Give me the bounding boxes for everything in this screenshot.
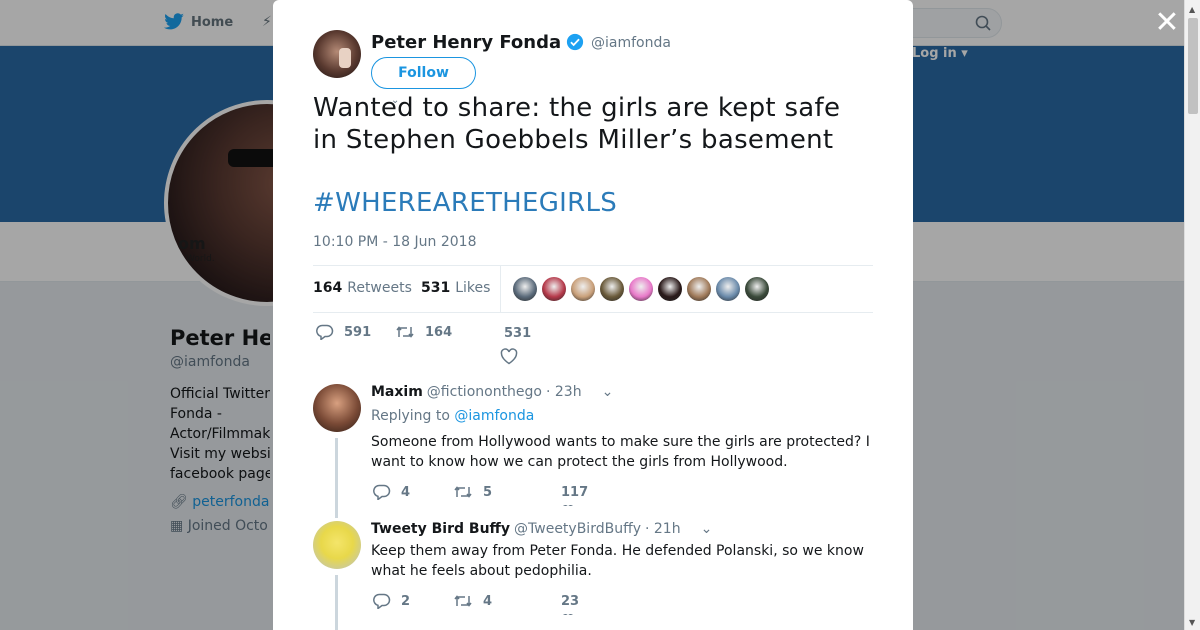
- retweet-button[interactable]: 5: [453, 484, 492, 500]
- page-scrollbar[interactable]: ▲ ▼: [1184, 0, 1200, 630]
- thread-line: [335, 575, 338, 630]
- close-icon[interactable]: ✕: [1152, 8, 1182, 38]
- reply-header: Tweety Bird Buffy @TweetyBirdBuffy · 21h ⌄: [371, 521, 712, 537]
- tweet-hashtag[interactable]: #WHEREARETHEGIRLS: [313, 188, 617, 218]
- reply-actions: 4 5 117: [371, 484, 671, 506]
- retweets-count: 164: [313, 280, 343, 296]
- like-count[interactable]: 531: [504, 326, 531, 341]
- reply-count: 591: [344, 324, 372, 340]
- reply-time[interactable]: · 21h: [645, 521, 681, 537]
- reply-icon: [373, 593, 391, 609]
- tweet-timestamp[interactable]: 10:10 PM - 18 Jun 2018: [313, 234, 477, 250]
- retweet-icon: [454, 595, 472, 607]
- retweet-count: 4: [483, 593, 493, 609]
- reply-time[interactable]: · 23h: [546, 384, 582, 400]
- reply-button[interactable]: 4: [373, 484, 410, 500]
- tweet-modal: Peter Henry Fonda @iamfonda Follow ⌄ Wan…: [273, 0, 913, 630]
- reply-text: Someone from Hollywood wants to make sur…: [371, 434, 870, 470]
- retweet-icon: [396, 326, 414, 338]
- liker-avatar[interactable]: [600, 277, 624, 301]
- reply-author-name[interactable]: Tweety Bird Buffy: [371, 521, 510, 537]
- like-count[interactable]: 23: [561, 594, 579, 609]
- reply-author-handle[interactable]: @TweetyBirdBuffy: [514, 521, 641, 537]
- retweet-count: 5: [483, 484, 493, 500]
- reply-avatar[interactable]: [313, 521, 361, 569]
- verified-badge-icon: [566, 33, 584, 51]
- follow-button[interactable]: Follow: [371, 57, 476, 89]
- thread-line: [335, 438, 338, 518]
- retweet-button[interactable]: 4: [453, 593, 492, 609]
- reply-menu-chevron-icon[interactable]: ⌄: [602, 384, 614, 400]
- liker-avatar[interactable]: [542, 277, 566, 301]
- liker-avatars: [513, 277, 769, 301]
- replying-to: Replying to @iamfonda: [371, 408, 534, 424]
- retweets-stat[interactable]: 164 Retweets: [313, 280, 412, 296]
- liker-avatar[interactable]: [571, 277, 595, 301]
- reply-button[interactable]: 2: [373, 593, 410, 609]
- retweets-label: Retweets: [347, 280, 412, 296]
- heart-icon[interactable]: [500, 348, 518, 365]
- replying-to-handle[interactable]: @iamfonda: [454, 408, 534, 424]
- likes-count: 531: [421, 280, 451, 296]
- liker-avatar[interactable]: [513, 277, 537, 301]
- likes-label: Likes: [455, 280, 491, 296]
- scrollbar-thumb[interactable]: [1188, 18, 1198, 114]
- scroll-up-icon[interactable]: ▲: [1189, 5, 1195, 14]
- liker-avatar[interactable]: [745, 277, 769, 301]
- liker-avatar[interactable]: [658, 277, 682, 301]
- reply-author-name[interactable]: Maxim: [371, 384, 423, 400]
- heart-icon[interactable]: [561, 502, 575, 506]
- reply-author-handle[interactable]: @fictiononthego: [427, 384, 542, 400]
- liker-avatar[interactable]: [716, 277, 740, 301]
- liker-avatar[interactable]: [687, 277, 711, 301]
- likes-stat[interactable]: 531 Likes: [421, 280, 490, 296]
- avatar-hand: [339, 48, 351, 68]
- retweet-icon: [454, 486, 472, 498]
- reply-tweet[interactable]: Tweety Bird Buffy @TweetyBirdBuffy · 21h ⌄ …: [313, 521, 873, 630]
- reply-tweet[interactable]: Maxim @fictiononthego · 23h ⌄ Replying to @…: [313, 384, 873, 518]
- liker-avatar[interactable]: [629, 277, 653, 301]
- reply-actions: 2 4 23: [371, 593, 671, 615]
- reply-menu-chevron-icon[interactable]: ⌄: [701, 521, 713, 537]
- author-name[interactable]: Peter Henry Fonda: [371, 32, 561, 53]
- tweet-actions: 591 164 531: [313, 324, 873, 346]
- replying-prefix: Replying to: [371, 408, 450, 424]
- reply-count: 4: [401, 484, 411, 500]
- reply-avatar[interactable]: [313, 384, 361, 432]
- scroll-down-icon[interactable]: ▼: [1189, 618, 1195, 627]
- tweet-text: Wanted to share: the girls are kept safe…: [313, 93, 841, 155]
- reply-header: Maxim @fictiononthego · 23h ⌄: [371, 384, 613, 400]
- heart-icon[interactable]: [561, 611, 575, 615]
- reply-count: 2: [401, 593, 411, 609]
- author-avatar[interactable]: [313, 30, 361, 78]
- author-handle[interactable]: @iamfonda: [591, 35, 671, 51]
- reply-icon: [373, 484, 391, 500]
- reply-text: Keep them away from Peter Fonda. He defe…: [371, 543, 864, 579]
- reply-icon: [316, 324, 334, 340]
- reply-button[interactable]: 591: [316, 324, 371, 340]
- retweet-button[interactable]: 164: [395, 324, 452, 340]
- retweet-count: 164: [425, 324, 453, 340]
- like-count[interactable]: 117: [561, 485, 588, 500]
- tweet-stats: 164 Retweets 531 Likes: [313, 265, 873, 313]
- stats-divider: [500, 266, 501, 312]
